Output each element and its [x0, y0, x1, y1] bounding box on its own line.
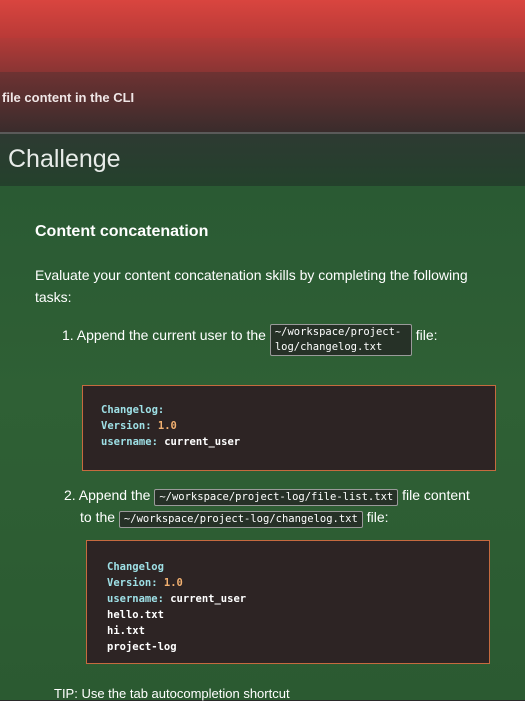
code1-version-value: 1.0 [157, 420, 177, 432]
challenge-heading: Challenge [8, 145, 121, 173]
code2-changelog: Changelog [107, 561, 164, 573]
code2-hi: hi.txt [107, 625, 145, 637]
code1-version-label: Version: [101, 420, 152, 432]
task-2: 2. Append the ~/workspace/project-log/fi… [64, 484, 494, 528]
code-block-1: Changelog: Version: 1.0 username: curren… [82, 385, 496, 471]
code2-version-value: 1.0 [163, 577, 183, 589]
top-bar [0, 0, 525, 40]
task-1-text: 1. Append the current user to the [62, 327, 266, 343]
code2-version-label: Version: [107, 577, 158, 589]
code1-changelog: Changelog: [101, 404, 165, 416]
code1-username-value: current_user [164, 436, 241, 448]
code1-username-label: username: [101, 436, 158, 448]
task-2-to-the: to the [80, 509, 116, 525]
task-1-suffix: file: [415, 327, 438, 343]
lesson-title: file content in the CLI [2, 90, 135, 105]
section-intro: Evaluate your content concatenation skil… [35, 267, 468, 305]
code-block-2: Changelog Version: 1.0 username: current… [86, 540, 490, 664]
task-2-path-1: ~/workspace/project-log/file-list.txt [154, 489, 399, 506]
code2-username-value: current_user [170, 593, 247, 605]
task-2-path-2: ~/workspace/project-log/changelog.txt [118, 511, 363, 528]
header-strip [0, 38, 525, 72]
section-title: Content concatenation [35, 223, 209, 240]
code2-username-label: username: [107, 593, 164, 605]
task-2-mid: file content [402, 487, 470, 503]
code2-project-log: project-log [107, 641, 177, 653]
task-2-text: 2. Append the [64, 487, 151, 503]
tip-text: TIP: Use the tab autocompletion shortcut [54, 686, 290, 701]
task-2-suffix: file: [366, 509, 389, 525]
task-1-path: ~/workspace/project-log/changelog.txt [269, 324, 412, 356]
task-1: 1. Append the current user to the ~/work… [62, 324, 462, 356]
code2-hello: hello.txt [107, 609, 164, 621]
